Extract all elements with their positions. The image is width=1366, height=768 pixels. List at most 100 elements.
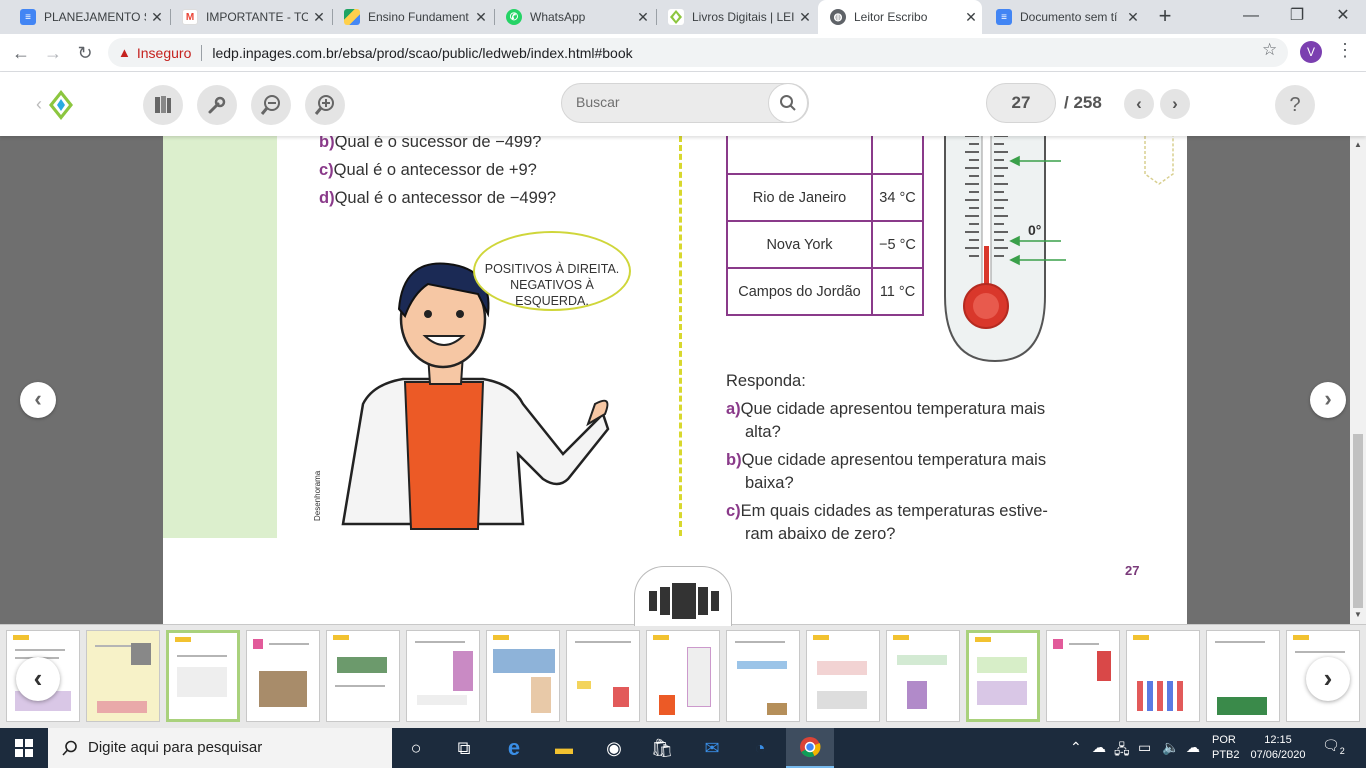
onedrive-icon[interactable]: ☁: [1186, 739, 1200, 756]
warning-icon: ▲: [118, 45, 131, 60]
tab-ensino-fundamental[interactable]: Ensino Fundament ✕: [332, 0, 492, 34]
page-thumbnail[interactable]: [966, 630, 1040, 722]
wrench-icon: [208, 96, 226, 114]
table-row: [726, 136, 924, 175]
edge-icon[interactable]: e: [490, 728, 538, 768]
new-tab-button[interactable]: +: [1152, 4, 1178, 30]
close-window-button[interactable]: ✕: [1320, 0, 1366, 34]
page-thumbnail[interactable]: [886, 630, 960, 722]
question-c-right: c)Em quais cidades as temperaturas estiv…: [726, 502, 1048, 543]
windows-start-button[interactable]: [0, 728, 48, 768]
thermometer-zero-label: 0°: [1028, 222, 1042, 238]
tab-whatsapp[interactable]: ✆ WhatsApp ✕: [494, 0, 654, 34]
url-text[interactable]: ledp.inpages.com.br/ebsa/prod/scao/publi…: [212, 45, 632, 61]
task-view-icon[interactable]: ⧉: [440, 728, 488, 768]
gmail-icon: M: [182, 9, 198, 25]
store-icon[interactable]: 🛍: [638, 728, 686, 768]
back-arrow-icon[interactable]: ←: [8, 40, 34, 66]
omnibox[interactable]: ▲ Inseguro ledp.inpages.com.br/ebsa/prod…: [108, 38, 1288, 67]
close-tab-icon[interactable]: ✕: [308, 9, 330, 26]
page-thumbnail[interactable]: [486, 630, 560, 722]
google-docs-icon: ≡: [20, 9, 36, 25]
tab-leitor-escribo[interactable]: ◍ Leitor Escribo ✕: [818, 0, 982, 34]
page-number: 27: [1125, 563, 1140, 578]
forward-arrow-icon[interactable]: →: [40, 40, 66, 66]
file-explorer-icon[interactable]: ▬: [540, 728, 588, 768]
obs-icon[interactable]: ◉: [590, 728, 638, 768]
page-thumbnail[interactable]: [246, 630, 320, 722]
page-thumbnail[interactable]: [1206, 630, 1280, 722]
collapse-chevron-icon[interactable]: ‹: [36, 94, 42, 115]
thumbnails-next-button[interactable]: ›: [1306, 657, 1350, 701]
bookshelf-button[interactable]: [143, 85, 183, 125]
tab-livros-digitais[interactable]: Livros Digitais | LEI ✕: [656, 0, 816, 34]
network-icon[interactable]: 🖧: [1114, 739, 1130, 763]
volume-icon[interactable]: 🔈: [1162, 739, 1179, 756]
minimize-button[interactable]: —: [1228, 0, 1274, 34]
next-page-button[interactable]: ›: [1160, 89, 1190, 119]
tab-documento[interactable]: ≡ Documento sem tí ✕: [984, 0, 1144, 34]
bookmark-star-icon[interactable]: ☆: [1262, 40, 1277, 60]
thumbnail-toggle-button[interactable]: [634, 566, 732, 626]
clock[interactable]: 12:15 07/06/2020: [1248, 733, 1308, 763]
input-language[interactable]: POR PTB2: [1212, 733, 1240, 763]
thumbnails-previous-button[interactable]: ‹: [16, 657, 60, 701]
ledp-logo[interactable]: [48, 89, 74, 126]
chrome-icon[interactable]: [786, 728, 834, 768]
page-thumbnail[interactable]: [566, 630, 640, 722]
address-bar-row: ← → ↻ ▲ Inseguro ledp.inpages.com.br/ebs…: [0, 34, 1366, 72]
page-thumbnail[interactable]: [326, 630, 400, 722]
help-button[interactable]: ?: [1275, 85, 1315, 125]
close-tab-icon[interactable]: ✕: [1122, 9, 1144, 26]
thermometer-illustration: [944, 136, 1066, 363]
book-page: b)Qual é o sucessor de −499? c)Qual é o …: [163, 136, 1187, 624]
reload-icon[interactable]: ↻: [72, 40, 98, 66]
chevron-up-icon[interactable]: ⌃: [1070, 739, 1082, 756]
cloud-icon[interactable]: ☁: [1092, 739, 1106, 756]
zoom-app-icon[interactable]: ◔: [736, 728, 784, 768]
security-status[interactable]: Inseguro: [137, 45, 191, 61]
respond-heading: Responda:: [726, 372, 806, 390]
book-search-input[interactable]: [576, 94, 766, 110]
bookmark-ribbon: [1144, 136, 1174, 185]
close-tab-icon[interactable]: ✕: [146, 9, 168, 26]
page-thumbnail-strip: ‹ ›: [0, 624, 1366, 728]
current-page-field[interactable]: 27: [986, 83, 1056, 123]
close-tab-icon[interactable]: ✕: [794, 9, 816, 26]
notification-center-icon[interactable]: 🗨2: [1322, 737, 1345, 756]
maximize-button[interactable]: ❐: [1274, 0, 1320, 34]
taskbar-search-input[interactable]: [88, 739, 378, 756]
zoom-out-button[interactable]: [251, 85, 291, 125]
next-spread-button[interactable]: ›: [1310, 382, 1346, 418]
page-thumbnail[interactable]: [806, 630, 880, 722]
table-row: Nova York −5 °C: [726, 220, 924, 269]
tab-planejamento[interactable]: ≡ PLANEJAMENTO S ✕: [8, 0, 168, 34]
page-thumbnail[interactable]: [166, 630, 240, 722]
search-icon: [780, 95, 796, 111]
menu-kebab-icon[interactable]: ⋮: [1336, 40, 1354, 61]
page-thumbnail[interactable]: [726, 630, 800, 722]
zoom-in-button[interactable]: [305, 85, 345, 125]
tab-importante[interactable]: M IMPORTANTE - TO ✕: [170, 0, 330, 34]
page-thumbnail[interactable]: [1126, 630, 1200, 722]
close-tab-icon[interactable]: ✕: [960, 9, 982, 26]
reader-toolbar: ‹ 27 / 258 ‹ › ?: [0, 72, 1366, 136]
mail-icon[interactable]: ✉: [688, 728, 736, 768]
tools-button[interactable]: [197, 85, 237, 125]
battery-icon[interactable]: ▭: [1138, 739, 1151, 756]
column-divider: [679, 136, 682, 536]
previous-spread-button[interactable]: ‹: [20, 382, 56, 418]
close-tab-icon[interactable]: ✕: [470, 9, 492, 26]
page-thumbnail[interactable]: [1046, 630, 1120, 722]
question-c: c)Qual é o antecessor de +9?: [319, 161, 537, 179]
page-thumbnail[interactable]: [646, 630, 720, 722]
search-button[interactable]: [768, 83, 808, 123]
vertical-scrollbar[interactable]: ▲ ▼: [1350, 136, 1366, 624]
page-thumbnail[interactable]: [86, 630, 160, 722]
close-tab-icon[interactable]: ✕: [632, 9, 654, 26]
cortana-icon[interactable]: ○: [392, 728, 440, 768]
search-icon: [62, 740, 77, 756]
page-thumbnail[interactable]: [406, 630, 480, 722]
previous-page-button[interactable]: ‹: [1124, 89, 1154, 119]
profile-avatar[interactable]: V: [1300, 41, 1322, 63]
